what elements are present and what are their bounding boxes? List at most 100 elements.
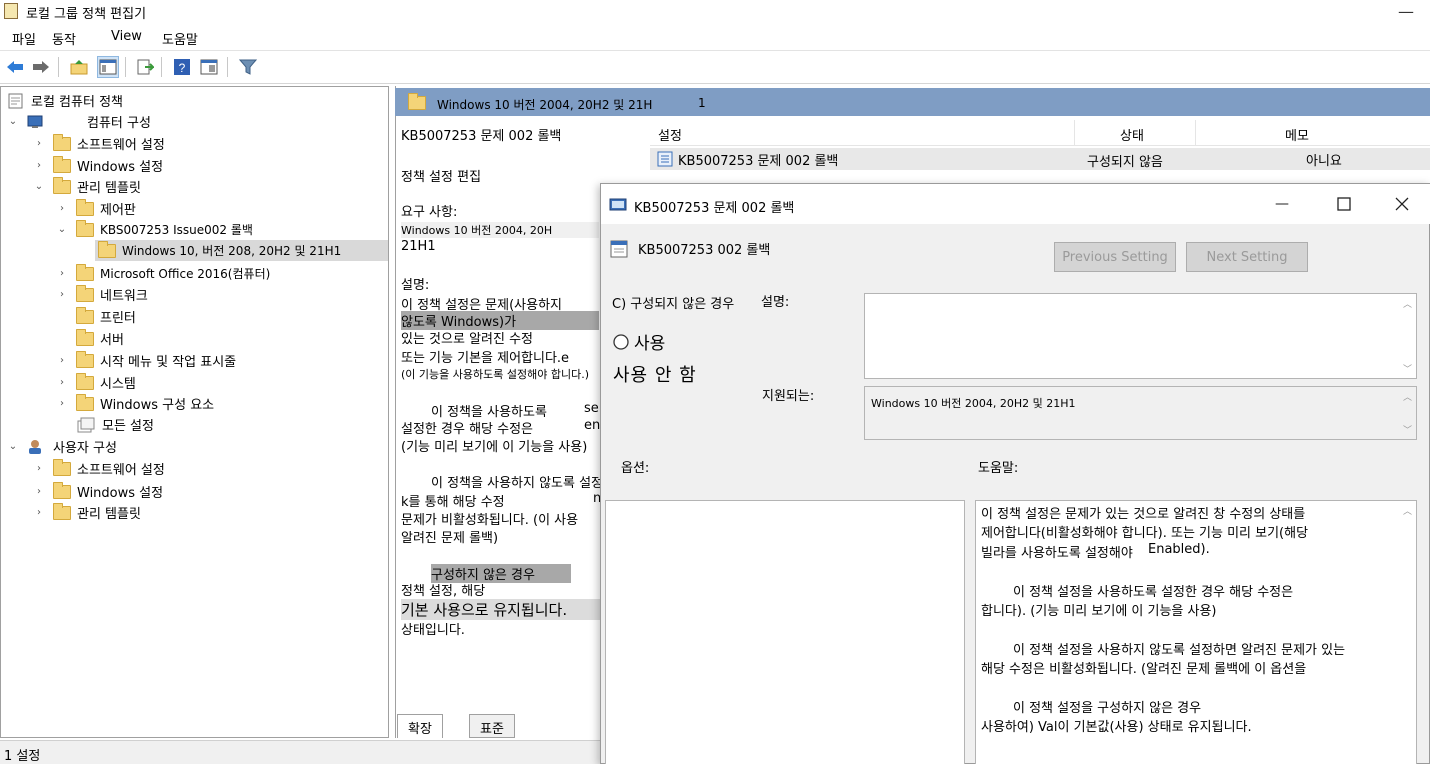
export-list-icon[interactable] [134, 56, 156, 78]
show-hide-console-tree-icon[interactable] [97, 56, 119, 78]
chevron-down-icon[interactable]: ⌄ [7, 116, 19, 127]
tree-item-local-computer-policy[interactable]: 로컬 컴퓨터 정책 [7, 90, 123, 111]
filter-icon[interactable] [237, 56, 259, 78]
column-header-comment[interactable]: 메모 [1285, 125, 1309, 144]
chevron-right-icon[interactable]: › [56, 268, 68, 279]
options-panel [605, 500, 965, 764]
requirements-label: 요구 사항: [401, 205, 458, 220]
tree-item-control-panel[interactable]: › 제어판 [56, 198, 136, 219]
tree-item-start-menu[interactable]: › 시작 메뉴 및 작업 표시줄 [56, 350, 236, 371]
chevron-down-icon[interactable]: ⌄ [7, 441, 19, 452]
chevron-right-icon[interactable]: › [33, 160, 45, 171]
help-line: 빌라를 사용하도록 설정해야 [981, 546, 1133, 561]
enabled-label: 사용 [634, 334, 666, 354]
tree-item-windows-settings[interactable]: › Windows 설정 [33, 155, 163, 176]
tree-item-all-settings[interactable]: › 모든 설정 [56, 414, 154, 435]
edit-policy-link[interactable]: 정책 설정 편집 [401, 166, 481, 185]
column-separator [1195, 120, 1196, 146]
policy-setting-dialog: KB5007253 문제 002 롤백 — KB5007253 002 롤백 P… [600, 183, 1430, 764]
toolbar-separator [58, 57, 59, 77]
chevron-right-icon[interactable]: › [33, 138, 45, 149]
tree-label: 시작 메뉴 및 작업 표시줄 [100, 355, 237, 370]
tree-item-server[interactable]: › 서버 [56, 328, 124, 349]
tab-standard[interactable]: 표준 [469, 714, 515, 738]
column-header-setting[interactable]: 설정 [658, 125, 682, 144]
help-label: 도움말: [978, 461, 1019, 476]
menu-help[interactable]: 도움말 [162, 29, 198, 48]
dialog-maximize-button[interactable] [1329, 192, 1359, 216]
tree-item-software-settings[interactable]: › 소프트웨어 설정 [33, 133, 165, 154]
scroll-down-icon[interactable]: ﹀ [1403, 362, 1412, 375]
menu-view[interactable]: View [111, 29, 142, 44]
chevron-down-icon[interactable]: ⌄ [56, 224, 68, 235]
desc-line: k를 통해 해당 수정 [401, 495, 505, 510]
desc-line: 기본 사용으로 유지됩니다. [401, 599, 601, 620]
tree-item-admin-templates[interactable]: ⌄ 관리 템플릿 [33, 176, 141, 197]
tree-item-win10-version[interactable]: Windows 10, 버전 208, 20H2 및 21H1 [95, 240, 388, 261]
tree-item-system[interactable]: › 시스템 [56, 372, 136, 393]
tree-item-printer[interactable]: › 프린터 [56, 306, 136, 327]
tree-item-user-software[interactable]: › 소프트웨어 설정 [33, 458, 165, 479]
folder-icon [76, 328, 94, 346]
desc-line: en [584, 418, 601, 433]
folder-icon [76, 372, 94, 390]
tree-item-user-config[interactable]: ⌄ 사용자 구성 [7, 436, 117, 457]
table-row[interactable]: KB5007253 문제 002 롤백 구성되지 않음 아니요 [650, 148, 1430, 170]
desc-line: 또는 기능 기본을 제어합니다.e [401, 351, 570, 366]
scroll-up-icon[interactable]: ︿ [1403, 504, 1412, 517]
tree-item-computer-config[interactable]: ⌄ 컴퓨터 구성 [7, 111, 151, 132]
tree-label: 프린터 [100, 311, 136, 326]
minimize-button[interactable]: — [1398, 2, 1414, 21]
desc-line: 상태입니다. [401, 623, 465, 638]
chevron-right-icon[interactable]: › [33, 463, 45, 474]
back-icon[interactable] [4, 56, 26, 78]
supported-on-box: Windows 10 버전 2004, 20H2 및 21H1 ︿ ﹀ [864, 386, 1417, 440]
help-icon[interactable]: ? [171, 56, 193, 78]
tree-item-windows-components[interactable]: › Windows 구성 요소 [56, 393, 214, 414]
enabled-radio[interactable]: 사용 [612, 329, 665, 354]
chevron-right-icon[interactable]: › [56, 289, 68, 300]
not-configured-radio-label[interactable]: C) 구성되지 않은 경우 [612, 293, 734, 312]
previous-setting-button[interactable]: Previous Setting [1054, 242, 1176, 272]
chevron-right-icon[interactable]: › [33, 507, 45, 518]
chevron-down-icon[interactable]: ⌄ [33, 181, 45, 192]
next-setting-button[interactable]: Next Setting [1186, 242, 1308, 272]
tree-item-user-admin[interactable]: › 관리 템플릿 [33, 502, 141, 523]
dialog-minimize-button[interactable]: — [1267, 192, 1297, 216]
tree-label: 사용자 구성 [53, 441, 117, 456]
help-panel: ︿ 이 정책 설정은 문제가 있는 것으로 알려진 창 수정의 상태를 제어합니… [975, 500, 1417, 764]
chevron-right-icon[interactable]: › [56, 355, 68, 366]
desc-line: 설정한 경우 해당 수정은 [401, 422, 533, 437]
details-header: Windows 10 버전 2004, 20H2 및 21H 1 [395, 88, 1430, 116]
dialog-close-button[interactable] [1387, 192, 1417, 216]
forward-icon[interactable] [30, 56, 52, 78]
policy-title: KB5007253 문제 002 롤백 [401, 129, 562, 144]
help-line: 이 정책 설정은 문제가 있는 것으로 알려진 창 수정의 상태를 [981, 507, 1306, 522]
scroll-up-icon[interactable]: ︿ [1403, 390, 1412, 403]
tree-item-user-windows[interactable]: › Windows 설정 [33, 481, 163, 502]
menu-action[interactable]: 동작 [52, 29, 76, 48]
tab-extended[interactable]: 확장 [397, 714, 443, 738]
disabled-radio-label[interactable]: 사용 안 함 [613, 361, 697, 387]
properties-view-icon[interactable] [198, 56, 220, 78]
comment-textbox[interactable]: ︿ ﹀ [864, 293, 1417, 379]
toolbar-separator [161, 57, 162, 77]
window-title: 로컬 그룹 정책 편집기 [26, 7, 147, 22]
up-folder-icon[interactable] [68, 56, 90, 78]
tree-label: 로컬 컴퓨터 정책 [31, 95, 123, 110]
menu-file[interactable]: 파일 [12, 29, 36, 48]
menu-bar: 파일 동작 View 도움말 [0, 24, 1430, 50]
tree-item-network[interactable]: › 네트워크 [56, 284, 148, 305]
tree-item-kb-issue[interactable]: ⌄ KBS007253 Issue002 롤백 [56, 219, 253, 240]
tree-label: Windows 설정 [77, 486, 164, 501]
chevron-right-icon[interactable]: › [56, 203, 68, 214]
chevron-right-icon[interactable]: › [33, 486, 45, 497]
scroll-up-icon[interactable]: ︿ [1403, 297, 1412, 310]
scroll-down-icon[interactable]: ﹀ [1403, 423, 1412, 436]
chevron-right-icon[interactable]: › [56, 377, 68, 388]
column-header-state[interactable]: 상태 [1120, 125, 1144, 144]
tree-item-office[interactable]: › Microsoft Office 2016(컴퓨터) [56, 263, 270, 284]
folder-icon [76, 219, 94, 237]
chevron-right-icon[interactable]: › [56, 398, 68, 409]
setting-name: KB5007253 문제 002 롤백 [678, 154, 839, 169]
